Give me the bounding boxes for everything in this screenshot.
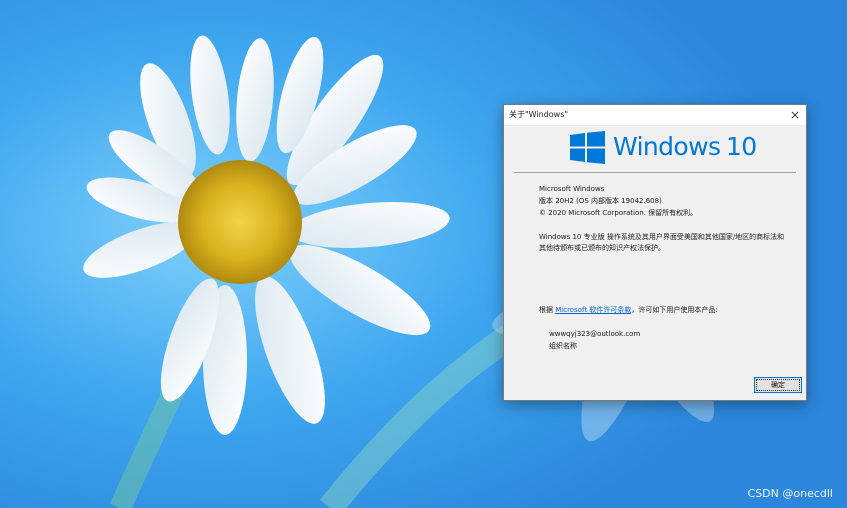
windows-wordmark: Windows — [613, 132, 721, 161]
license-prefix: 根据 — [539, 306, 556, 314]
windows-version-mark: 10 — [726, 132, 757, 161]
close-button[interactable] — [784, 105, 806, 125]
product-name: Microsoft Windows — [539, 185, 605, 193]
windows-flag-icon — [570, 131, 605, 164]
ok-button[interactable]: 确定 — [754, 377, 802, 393]
description-line-2: 其他待颁布或已颁布的知识产权法保护。 — [539, 244, 665, 252]
windows-logo: Windows 10 — [504, 127, 806, 172]
organization-name: 组织名称 — [549, 342, 577, 350]
daisy-center — [178, 160, 302, 284]
version-info: 版本 20H2 (OS 内部版本 19042.608) — [539, 197, 662, 205]
title-bar[interactable]: 关于"Windows" — [504, 105, 806, 126]
licensed-user: wwwqyj323@outlook.com — [549, 330, 641, 338]
copyright-text: © 2020 Microsoft Corporation. 保留所有权利。 — [539, 209, 698, 217]
description-line-1: Windows 10 专业版 操作系统及其用户界面受美国和其他国家/地区的商标法… — [539, 233, 785, 241]
license-terms-link[interactable]: Microsoft 软件许可条款 — [555, 306, 631, 314]
dialog-title: 关于"Windows" — [509, 110, 569, 119]
csdn-watermark: CSDN @onecdll — [747, 487, 833, 500]
license-statement: 根据 Microsoft 软件许可条款，许可如下用户使用本产品: — [539, 306, 718, 315]
about-windows-dialog: 关于"Windows" Windows 10 Microsoft Windows… — [503, 104, 807, 401]
divider — [514, 172, 796, 173]
close-icon — [791, 111, 799, 119]
license-suffix: ，许可如下用户使用本产品: — [631, 306, 718, 314]
